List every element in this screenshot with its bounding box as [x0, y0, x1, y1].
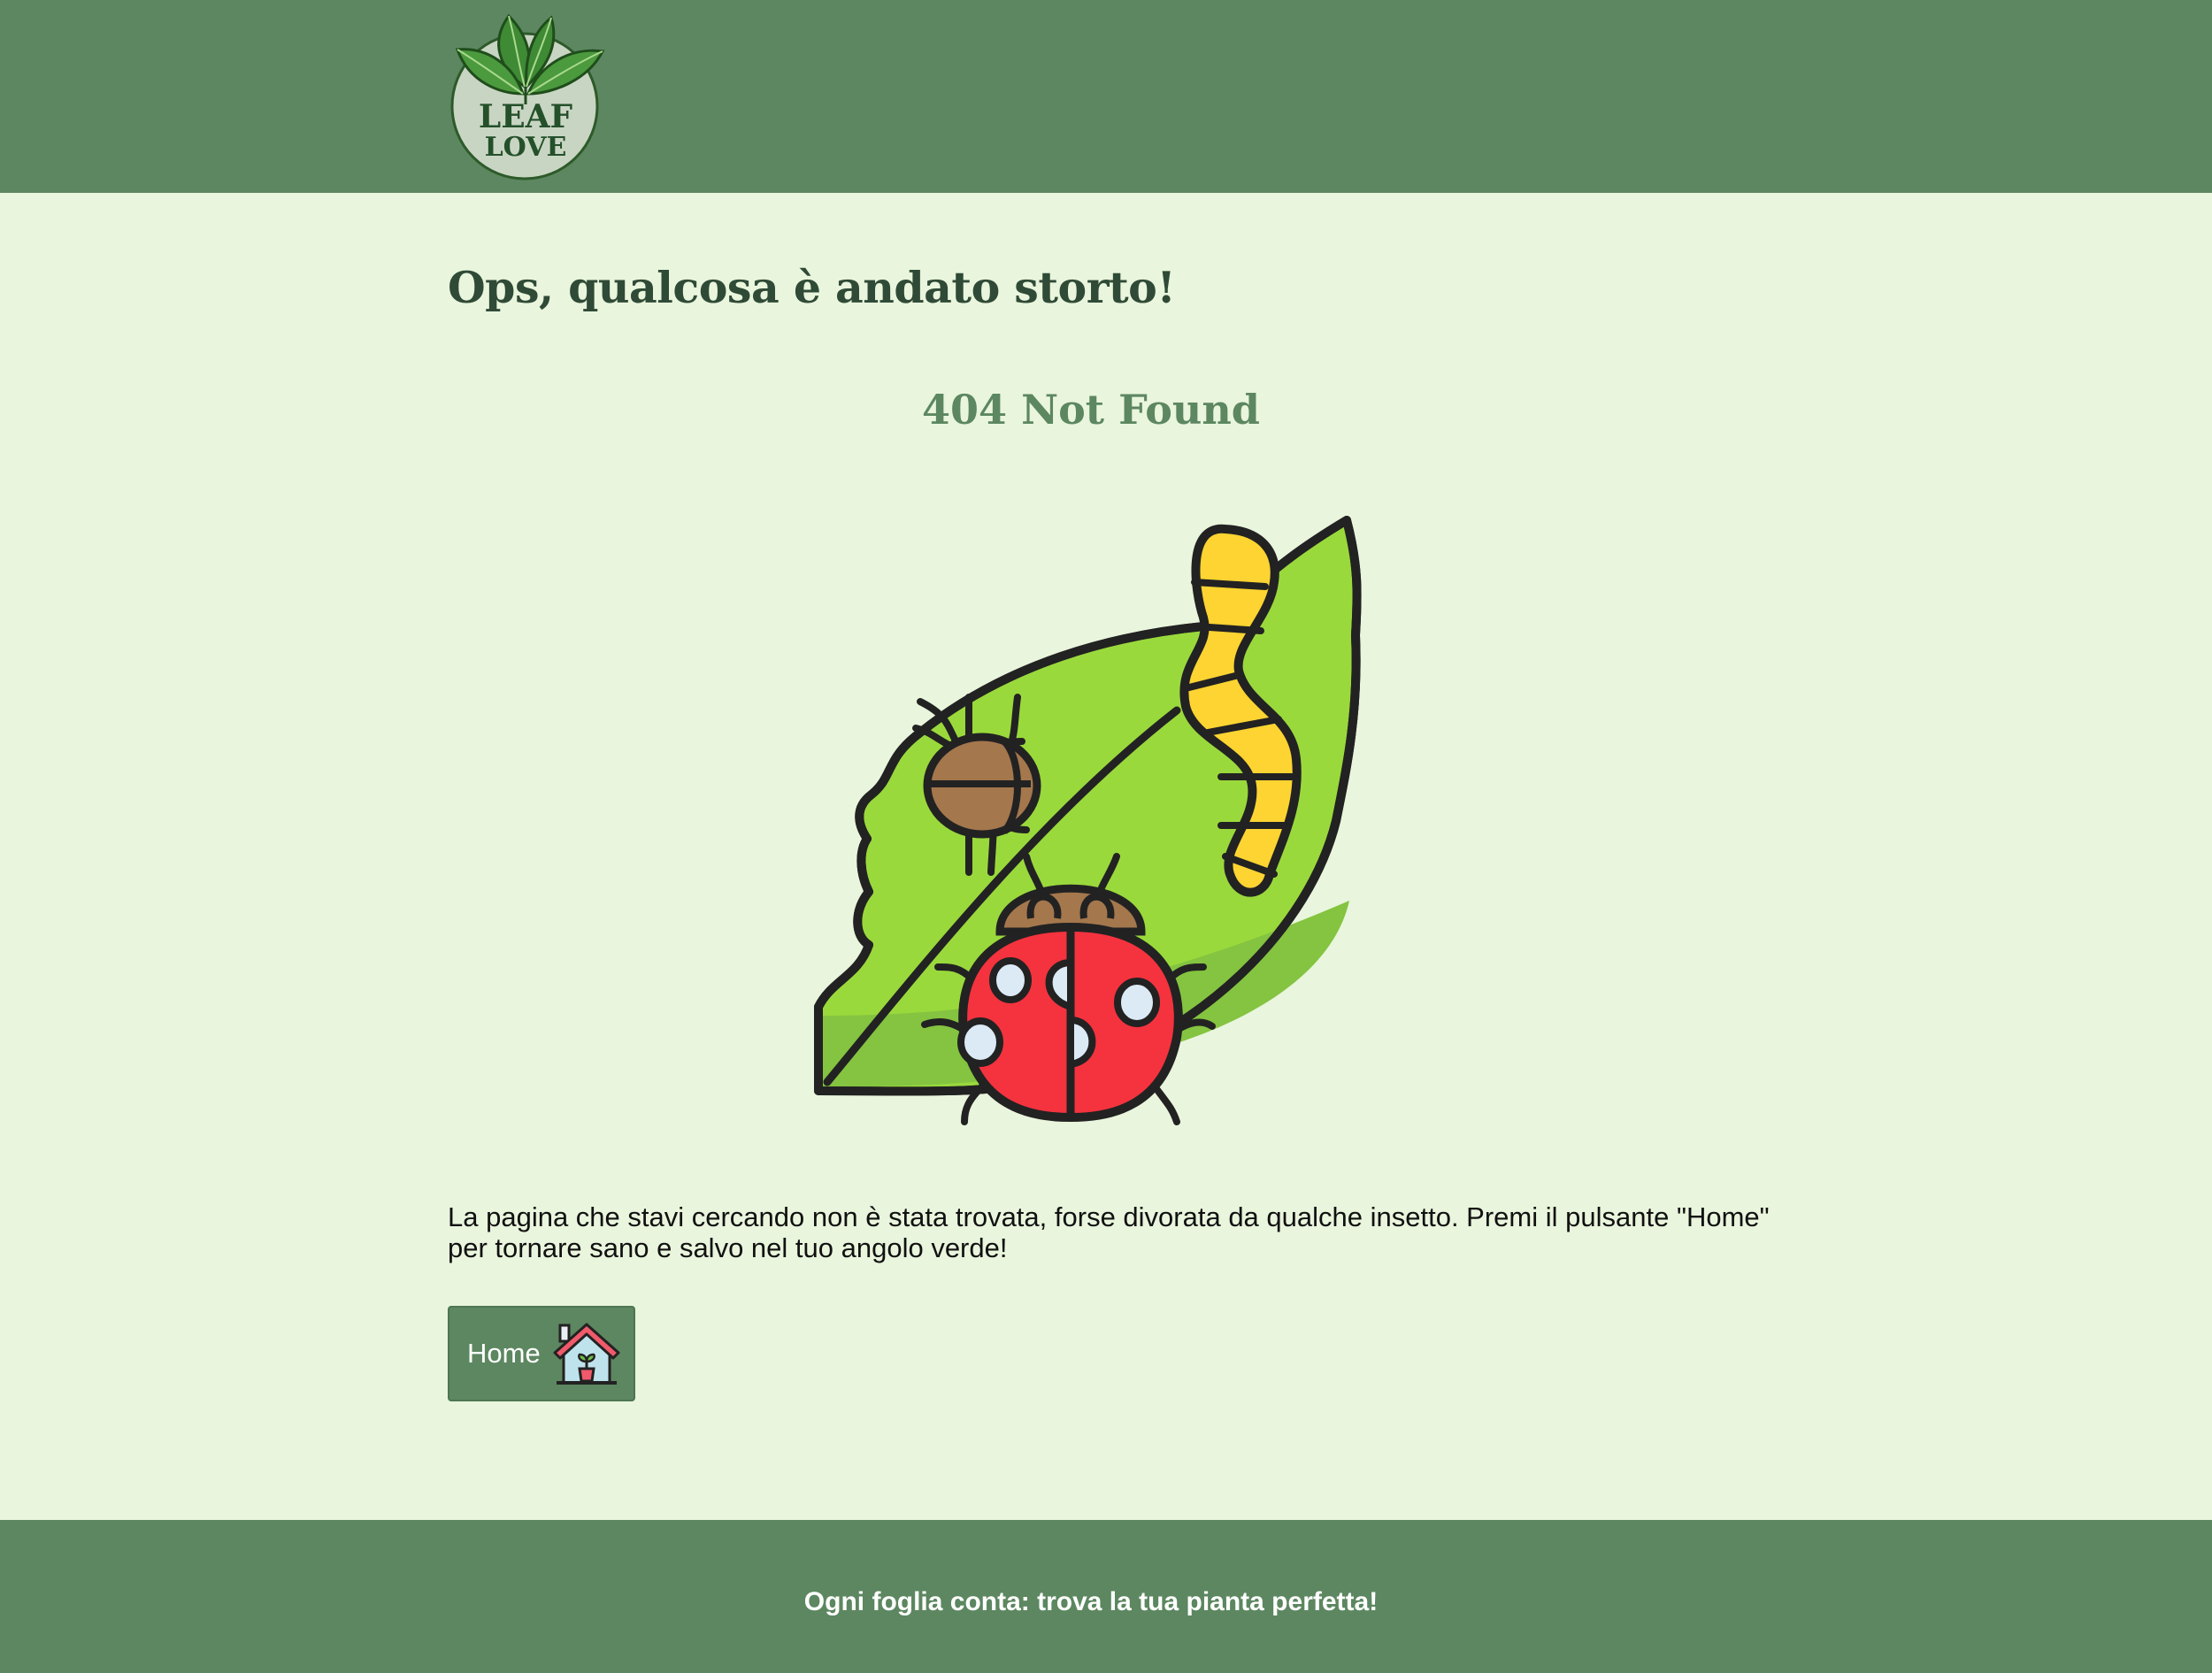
error-code: 404 Not Found [922, 386, 1260, 434]
main-content: Ops, qualcosa è andato storto! 404 Not F… [0, 193, 2212, 1520]
house-with-plant-icon [553, 1323, 620, 1385]
page-title: Ops, qualcosa è andato storto! [448, 262, 1176, 313]
footer-tagline: Ogni foglia conta: trova la tua pianta p… [803, 1587, 1379, 1616]
home-button[interactable]: Home [448, 1306, 635, 1401]
leaf-love-logo[interactable]: LEAF LOVE [447, 7, 610, 180]
bitten-leaf-with-insects-illustration [814, 516, 1362, 1125]
logo-text-leaf: LEAF [479, 98, 573, 135]
error-message: La pagina che stavi cercando non è stata… [448, 1201, 1770, 1263]
site-footer: Ogni foglia conta: trova la tua pianta p… [0, 1520, 2212, 1673]
site-header: LEAF LOVE [0, 0, 2212, 193]
logo-text-love: LOVE [485, 132, 567, 163]
home-button-label: Home [467, 1338, 541, 1369]
